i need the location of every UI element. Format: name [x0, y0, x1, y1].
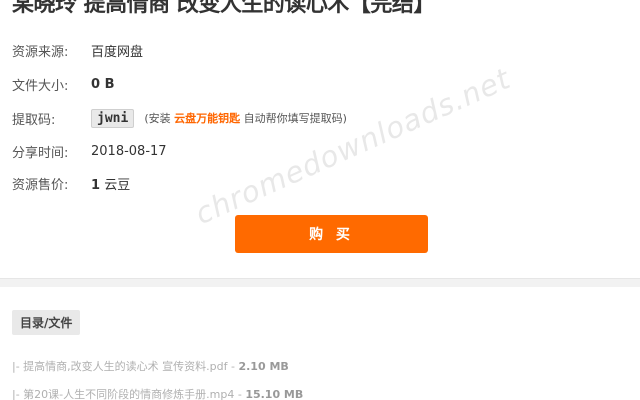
- page-title: 某晓玲 提高情商 改变人生的读心术【完结】: [12, 0, 435, 17]
- info-row-price: 资源售价: 1 云豆: [12, 172, 130, 194]
- price-amount: 1: [91, 177, 101, 193]
- size-label: 文件大小:: [12, 78, 69, 94]
- watermark: chromedownloads.net: [190, 61, 516, 232]
- cloud-key-link[interactable]: 云盘万能钥匙: [174, 112, 240, 125]
- file-separator: -: [227, 360, 239, 373]
- section-divider: [0, 278, 640, 287]
- tab-directory[interactable]: 目录/文件: [12, 310, 81, 335]
- hint-suffix: 自动帮你填写提取码): [243, 112, 347, 125]
- source-value: 百度网盘: [91, 44, 144, 60]
- price-unit: 云豆: [104, 177, 131, 193]
- file-size: 15.10 MB: [245, 388, 304, 400]
- share-time-value: 2018-08-17: [91, 143, 167, 159]
- code-hint: (安装 云盘万能钥匙 自动帮你填写提取码): [144, 110, 347, 126]
- info-row-code: 提取码: jwni (安装 云盘万能钥匙 自动帮你填写提取码): [12, 107, 347, 129]
- info-row-source: 资源来源: 百度网盘: [12, 39, 143, 61]
- file-name: |- 提高情商,改变人生的读心术 宣传资料.pdf: [12, 360, 228, 373]
- size-value: 0 B: [91, 76, 115, 92]
- info-row-share-time: 分享时间: 2018-08-17: [12, 140, 167, 162]
- hint-prefix: (安装: [144, 112, 171, 125]
- price-label: 资源售价:: [12, 177, 69, 193]
- code-label: 提取码:: [12, 112, 56, 128]
- source-label: 资源来源:: [12, 44, 69, 60]
- file-item[interactable]: |- 第20课-人生不同阶段的情商修炼手册.mp4 - 15.10 MB: [12, 386, 303, 400]
- file-size: 2.10 MB: [238, 360, 289, 373]
- extraction-code[interactable]: jwni: [91, 108, 135, 128]
- info-row-size: 文件大小: 0 B: [12, 73, 114, 95]
- price-value: 1 云豆: [91, 174, 130, 193]
- file-name: |- 第20课-人生不同阶段的情商修炼手册.mp4: [12, 388, 235, 400]
- file-separator: -: [234, 388, 246, 400]
- buy-button[interactable]: 购 买: [235, 215, 428, 253]
- share-time-label: 分享时间:: [12, 145, 69, 161]
- file-item[interactable]: |- 提高情商,改变人生的读心术 宣传资料.pdf - 2.10 MB: [12, 358, 289, 374]
